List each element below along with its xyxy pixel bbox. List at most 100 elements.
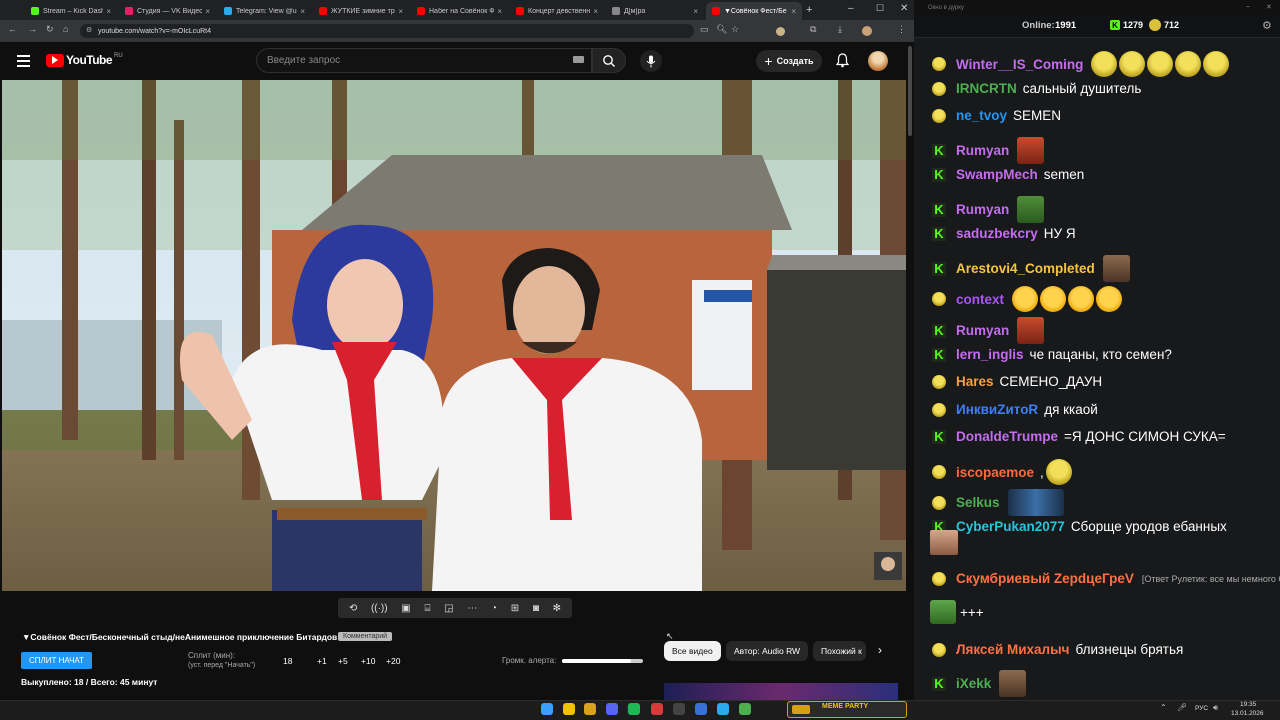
chat-username[interactable]: SwampMech [956, 167, 1038, 182]
browser-tab[interactable]: Stream – Kick Dashboard× [25, 2, 117, 20]
address-bar[interactable]: ⚙ youtube.com/watch?v=-mOIcLcuRt4 [80, 24, 694, 38]
microphone-tray-icon[interactable]: 🎤︎ [1177, 703, 1187, 712]
related-video-thumbnail[interactable] [664, 683, 898, 700]
chip-all-videos[interactable]: Все видео [664, 641, 721, 661]
minimize-button[interactable]: – [848, 3, 854, 14]
add-icon[interactable]: ⊞ [511, 603, 519, 614]
clip-icon[interactable]: ⌸ [424, 603, 430, 614]
search-button[interactable] [592, 48, 626, 73]
menu-dots-icon[interactable]: ⋮ [897, 24, 906, 35]
chat-username[interactable]: ИнквиZитоR [956, 402, 1038, 417]
browser-tab[interactable]: ЖУТКИЕ зимние тренды× [313, 2, 409, 20]
tab-close-icon[interactable]: × [791, 7, 796, 16]
chat-username[interactable]: Rumyan [956, 202, 1009, 217]
chat-username[interactable]: Selkus [956, 495, 1000, 510]
profile-avatar[interactable] [862, 26, 872, 36]
keyboard-icon[interactable] [573, 56, 584, 63]
app-icon[interactable] [651, 703, 663, 715]
spotify-icon[interactable] [628, 703, 640, 715]
voice-search-button[interactable] [640, 50, 662, 72]
frames-icon[interactable]: ⋯ [467, 603, 477, 614]
user-avatar[interactable] [868, 51, 888, 71]
browser-tab[interactable]: Набег на Совёнок Фест× [411, 2, 508, 20]
browser-tab[interactable]: Telegram: View @union× [218, 2, 311, 20]
chat-username[interactable]: Ляксей Михалыч [956, 642, 1070, 657]
tab-close-icon[interactable]: × [205, 7, 210, 16]
chip-author[interactable]: Автор: Audio RW [726, 641, 809, 661]
chat-username[interactable]: context [956, 292, 1004, 307]
increment-10-button[interactable]: +10 [361, 656, 375, 666]
chat-username[interactable]: iscopaemoe [956, 465, 1034, 480]
obs-icon[interactable] [673, 703, 685, 715]
browser-tab[interactable]: ▼Совёнок Фест/Бе × [706, 2, 802, 20]
browser-tab[interactable]: Концерт девственник × [510, 2, 604, 20]
page-scrollbar[interactable] [906, 42, 914, 700]
screenshot-icon[interactable]: ◙ [533, 603, 539, 614]
chat-username[interactable]: Arestovi4_Completed [956, 261, 1095, 276]
chat-username[interactable]: lern_inglis [956, 347, 1024, 362]
bookmark-star-icon[interactable]: ☆ [731, 24, 739, 35]
tab-close-icon[interactable]: × [593, 7, 598, 16]
forward-icon[interactable]: → [28, 24, 37, 34]
back-icon[interactable]: ← [8, 24, 17, 34]
chat-username[interactable]: Hares [956, 374, 994, 389]
volume-icon[interactable]: 🔊︎ [1213, 703, 1218, 713]
tab-close-icon[interactable]: × [300, 7, 305, 16]
loop-icon[interactable]: ⟲ [349, 603, 357, 614]
download-icon[interactable]: ⤓ [838, 24, 842, 35]
browser-tab[interactable]: Д[м]ра × [606, 2, 704, 20]
maximize-button[interactable]: ☐ [876, 3, 884, 14]
site-info-icon[interactable]: ⚙ [86, 26, 92, 34]
chat-username[interactable]: ne_tvoy [956, 108, 1007, 123]
app2-icon[interactable] [739, 703, 751, 715]
chat-username[interactable]: iXekk [956, 676, 991, 691]
chat-username[interactable]: CyberPukan2077 [956, 519, 1065, 534]
chat-username[interactable]: Rumyan [956, 323, 1009, 338]
audio-icon[interactable]: ((·)) [371, 603, 388, 614]
browser-tab[interactable]: Студия — VK Видео Live× [119, 2, 216, 20]
tab-close-icon[interactable]: × [497, 7, 502, 16]
telegram-icon[interactable] [717, 703, 729, 715]
scrollbar-thumb[interactable] [908, 46, 912, 136]
chat-username[interactable]: Rumyan [956, 143, 1009, 158]
create-button[interactable]: + Создать [756, 50, 822, 72]
pip-icon[interactable]: ◲ [444, 603, 453, 614]
increment-20-button[interactable]: +20 [386, 656, 400, 666]
alert-volume-slider[interactable] [562, 659, 643, 663]
youtube-logo[interactable]: YouTube RU [46, 53, 123, 67]
chips-next-icon[interactable]: › [878, 643, 882, 657]
new-tab-button[interactable]: + [806, 4, 812, 16]
windows-start-icon[interactable] [541, 703, 553, 715]
search-input[interactable]: Введите запрос [256, 48, 592, 73]
chat-minimize-button[interactable]: – [1246, 3, 1250, 10]
chat-username[interactable]: Winter__IS_Coming [956, 57, 1083, 72]
tab-close-icon[interactable]: × [106, 7, 111, 16]
speed-icon[interactable]: ◔ [491, 603, 497, 614]
close-window-button[interactable]: ✕ [900, 3, 908, 14]
folder-icon[interactable] [584, 703, 596, 715]
extension-icon[interactable] [776, 27, 785, 36]
chat-close-button[interactable]: ✕ [1266, 3, 1272, 11]
tab-close-icon[interactable]: × [398, 7, 403, 16]
media-player-icon[interactable] [695, 703, 707, 715]
chat-username[interactable]: Скумбриевый ZерdцеГреV [956, 571, 1134, 586]
chip-similar[interactable]: Похожий к [813, 641, 866, 661]
media-widget[interactable]: MEME PARTY [787, 701, 907, 718]
video-player[interactable] [2, 80, 906, 591]
reload-icon[interactable]: ↻ [46, 24, 54, 35]
chat-settings-gear-icon[interactable]: ⚙ [1262, 19, 1272, 32]
increment-1-button[interactable]: +1 [317, 656, 327, 666]
tab-close-icon[interactable]: × [693, 7, 698, 16]
home-icon[interactable]: ⌂ [63, 24, 68, 34]
chat-username[interactable]: DonaldeTrumpe [956, 429, 1058, 444]
notifications-bell-icon[interactable] [835, 53, 850, 73]
clock-time[interactable]: 19:35 [1240, 701, 1256, 708]
hamburger-menu-icon[interactable] [17, 55, 30, 67]
chat-username[interactable]: IRNCRTN [956, 81, 1017, 96]
extensions-icon[interactable]: ⧉ [810, 24, 816, 35]
zoom-icon[interactable]: 🔍︎ [716, 24, 727, 35]
split-start-button[interactable]: СПЛИТ НАЧАТ [21, 652, 92, 669]
language-indicator[interactable]: РУС [1195, 705, 1208, 712]
discord-icon[interactable] [606, 703, 618, 715]
clock-date[interactable]: 13.01.2026 [1231, 710, 1264, 717]
